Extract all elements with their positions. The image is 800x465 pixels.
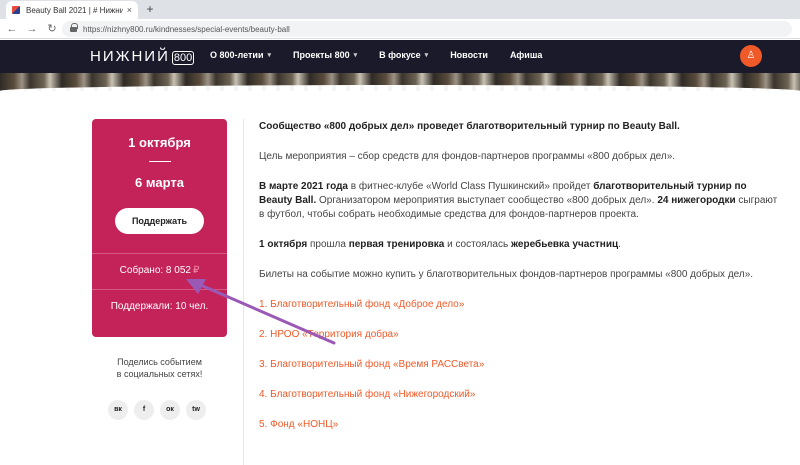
event-date-end: 6 марта <box>135 175 184 190</box>
chevron-down-icon: ▾ <box>424 52 429 59</box>
menu-item-label: О 800-летии <box>210 50 264 60</box>
date-separator <box>149 161 171 162</box>
twitter-icon[interactable]: tw <box>186 400 206 420</box>
menu-item-label: В фокусе <box>379 50 421 60</box>
browser-toolbar: ← → ↻ https://nizhny800.ru/kindnesses/sp… <box>0 19 800 39</box>
reload-icon[interactable]: ↻ <box>44 21 60 37</box>
close-tab-icon[interactable]: × <box>127 5 132 15</box>
site-logo[interactable]: НИЖНИЙ 800 <box>90 48 195 65</box>
article-paragraph: Цель мероприятия – сбор средств для фонд… <box>259 151 676 162</box>
backers-count: Поддержали: 10 чел. <box>110 301 209 312</box>
card-divider <box>92 289 227 290</box>
event-article: Сообщество «800 добрых дел» проведет бла… <box>259 120 779 448</box>
header-banner-image <box>0 73 800 91</box>
menu-item-news[interactable]: Новости <box>450 50 488 60</box>
new-tab-button[interactable]: + <box>143 3 157 17</box>
event-date-start: 1 октября <box>128 135 191 150</box>
main-menu: О 800-летии ▾ Проекты 800 ▾ В фокусе ▾ Ново… <box>210 50 564 60</box>
menu-item-about[interactable]: О 800-летии ▾ <box>210 50 271 60</box>
menu-item-focus[interactable]: В фокусе ▾ <box>379 50 428 60</box>
support-button[interactable]: Поддержать <box>115 208 204 234</box>
menu-item-events[interactable]: Афиша <box>510 50 542 60</box>
share-line-1: Поделись событием <box>117 357 202 367</box>
user-profile-icon[interactable]: ♙ <box>740 45 762 67</box>
share-prompt: Поделись событием в социальных сетях! <box>92 356 227 380</box>
article-lead: Сообщество «800 добрых дел» проведет бла… <box>259 121 680 132</box>
logo-badge: 800 <box>171 51 195 65</box>
facebook-icon[interactable]: f <box>134 400 154 420</box>
text: Организатором мероприятия выступает сооб… <box>316 195 658 206</box>
text: прошла <box>307 239 349 250</box>
chevron-down-icon: ▾ <box>267 52 271 59</box>
content-divider <box>243 119 244 465</box>
bold-text: первая тренировка <box>348 239 445 250</box>
card-divider <box>92 253 227 254</box>
article-paragraph: В марте 2021 года в фитнес-клубе «World … <box>259 180 779 222</box>
tab-title: Beauty Ball 2021 | # Нижний 800 <box>26 5 123 15</box>
bold-text: В марте 2021 года <box>259 181 348 192</box>
text: и состоялась <box>444 239 511 250</box>
menu-item-label: Афиша <box>509 50 543 60</box>
menu-item-projects[interactable]: Проекты 800 ▾ <box>293 50 357 60</box>
chevron-down-icon: ▾ <box>353 52 358 59</box>
article-paragraph: Билеты на событие можно купить у благотв… <box>259 269 754 280</box>
forward-arrow-icon[interactable]: → <box>24 21 40 37</box>
site-favicon-icon <box>12 6 20 14</box>
fund-link-5[interactable]: 5. Фонд «НОНЦ» <box>259 418 779 432</box>
fund-link-2[interactable]: 2. НРОО «Территория добра» <box>259 328 779 342</box>
text: в фитнес-клубе «World Class Пушкинский» … <box>347 181 594 192</box>
bold-text: 1 октября <box>259 239 308 250</box>
browser-tab-bar: Beauty Ball 2021 | # Нижний 800 × + <box>0 0 800 19</box>
menu-item-label: Проекты 800 <box>293 50 350 60</box>
site-header: НИЖНИЙ 800 О 800-летии ▾ Проекты 800 ▾ В фо… <box>0 40 800 73</box>
fund-link-1[interactable]: 1. Благотворительный фонд «Доброе дело» <box>259 298 779 312</box>
fund-link-3[interactable]: 3. Благотворительный фонд «Время РАССвет… <box>259 358 779 372</box>
fund-link-4[interactable]: 4. Благотворительный фонд «Нижегородский… <box>259 388 779 402</box>
bold-text: 24 нижегородки <box>657 195 736 206</box>
social-share-buttons: вк f ок tw <box>108 400 212 420</box>
browser-tab[interactable]: Beauty Ball 2021 | # Нижний 800 × <box>6 1 138 19</box>
url-text: https://nizhny800.ru/kindnesses/special-… <box>83 24 290 34</box>
raised-label: Собрано: 8 052 <box>119 265 191 276</box>
odnoklassniki-icon[interactable]: ок <box>160 400 180 420</box>
ruble-icon: ₽ <box>192 265 200 276</box>
logo-text: НИЖНИЙ <box>90 48 170 65</box>
bold-text: жеребьевка участниц <box>510 239 619 250</box>
vk-icon[interactable]: вк <box>108 400 128 420</box>
back-arrow-icon[interactable]: ← <box>4 21 20 37</box>
address-bar[interactable]: https://nizhny800.ru/kindnesses/special-… <box>62 21 792 37</box>
article-paragraph: 1 октября прошла первая тренировка и сос… <box>259 238 779 252</box>
raised-amount: Собрано: 8 052 ₽ <box>92 265 227 276</box>
text: . <box>618 239 621 250</box>
event-card: 1 октября 6 марта Поддержать Собрано: 8 … <box>92 119 227 337</box>
share-line-2: в социальных сетях! <box>116 369 203 379</box>
lock-icon <box>70 22 78 33</box>
menu-item-label: Новости <box>450 50 488 60</box>
